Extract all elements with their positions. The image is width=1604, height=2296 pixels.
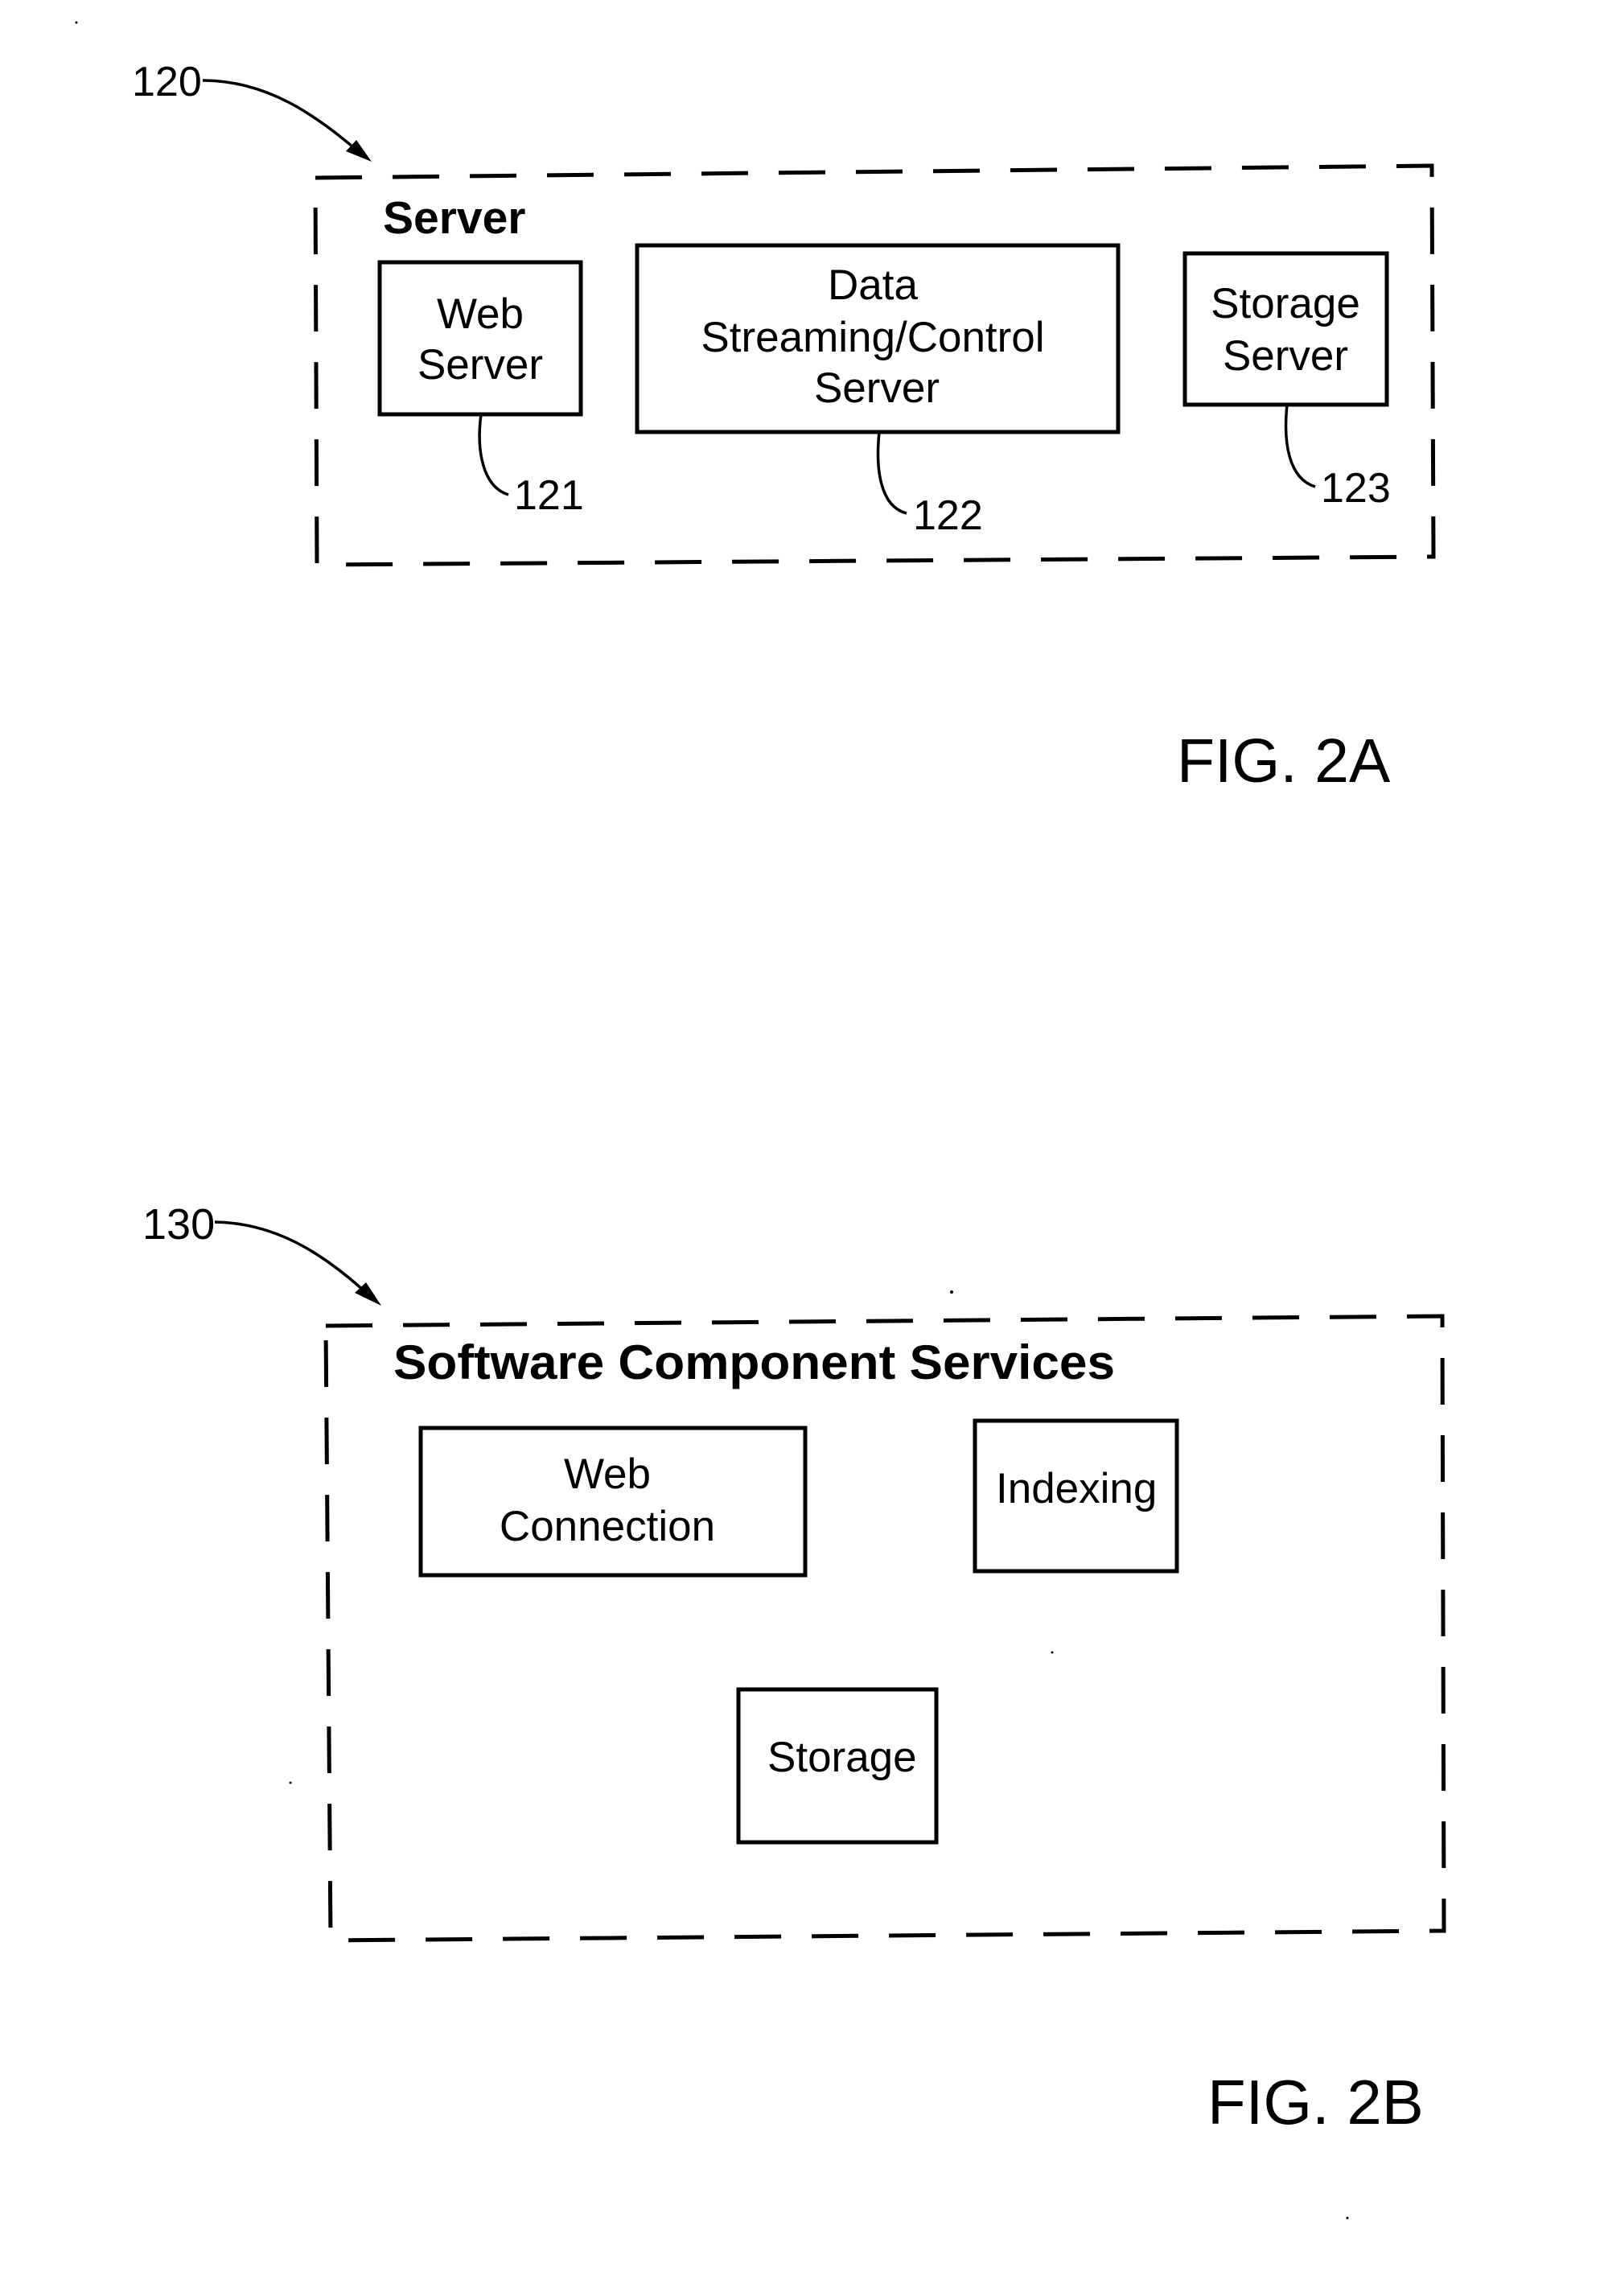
- web-server-label-line-2: Server: [417, 341, 543, 389]
- data-streaming-label-line-2: Streaming/Control: [701, 314, 1044, 361]
- figure-caption-2b: FIG. 2B: [1207, 2067, 1424, 2138]
- web-connection-label-line-1: Web: [564, 1450, 651, 1498]
- indexing-label: Indexing: [996, 1465, 1157, 1512]
- figure-2a: 120 Server Web Server 121 Data Streaming…: [132, 59, 1436, 796]
- reference-numeral-121: 121: [514, 472, 584, 519]
- storage-server-label-line-1: Storage: [1211, 280, 1360, 327]
- data-streaming-label-line-1: Data: [828, 261, 918, 309]
- web-server-block: Web Server 121: [377, 260, 584, 519]
- data-streaming-control-server-block: Data Streaming/Control Server 122: [635, 243, 1121, 539]
- web-connection-label-line-2: Connection: [500, 1503, 715, 1550]
- storage-block: Storage: [736, 1687, 939, 1845]
- reference-numeral-120: 120: [132, 59, 202, 105]
- scan-speck: [1346, 2216, 1349, 2220]
- leader-line-121: [478, 414, 509, 496]
- indexing-block: Indexing: [973, 1418, 1179, 1574]
- web-server-box: [377, 260, 583, 417]
- reference-numeral-123: 123: [1321, 465, 1391, 512]
- software-component-services-title: Software Component Services: [393, 1335, 1115, 1389]
- storage-server-block: Storage Server 123: [1182, 251, 1391, 512]
- reference-numeral-122: 122: [913, 492, 983, 539]
- reference-arrow-130: [214, 1220, 375, 1301]
- leader-line-122: [876, 431, 907, 515]
- leader-line-123: [1284, 404, 1316, 488]
- software-component-services-dashed-box: [323, 1314, 1446, 1943]
- data-streaming-label-line-3: Server: [814, 364, 940, 412]
- patent-drawing-sheet: 120 Server Web Server 121 Data Streaming…: [75, 21, 1446, 2220]
- reference-numeral-130: 130: [142, 1200, 215, 1249]
- scan-speck: [950, 1290, 953, 1294]
- scan-speck: [1051, 1651, 1054, 1654]
- scan-speck: [289, 1781, 292, 1784]
- storage-label: Storage: [767, 1734, 917, 1781]
- storage-server-box: [1182, 251, 1389, 407]
- storage-server-label-line-2: Server: [1223, 332, 1348, 380]
- figure-2b: 130 Software Component Services Web Conn…: [142, 1200, 1446, 2138]
- figure-caption-2a: FIG. 2A: [1177, 726, 1391, 796]
- web-connection-block: Web Connection: [418, 1426, 808, 1578]
- scan-speck: [75, 21, 78, 24]
- server-container-title: Server: [383, 192, 526, 244]
- web-server-label-line-1: Web: [437, 290, 524, 338]
- reference-arrow-120: [202, 79, 365, 158]
